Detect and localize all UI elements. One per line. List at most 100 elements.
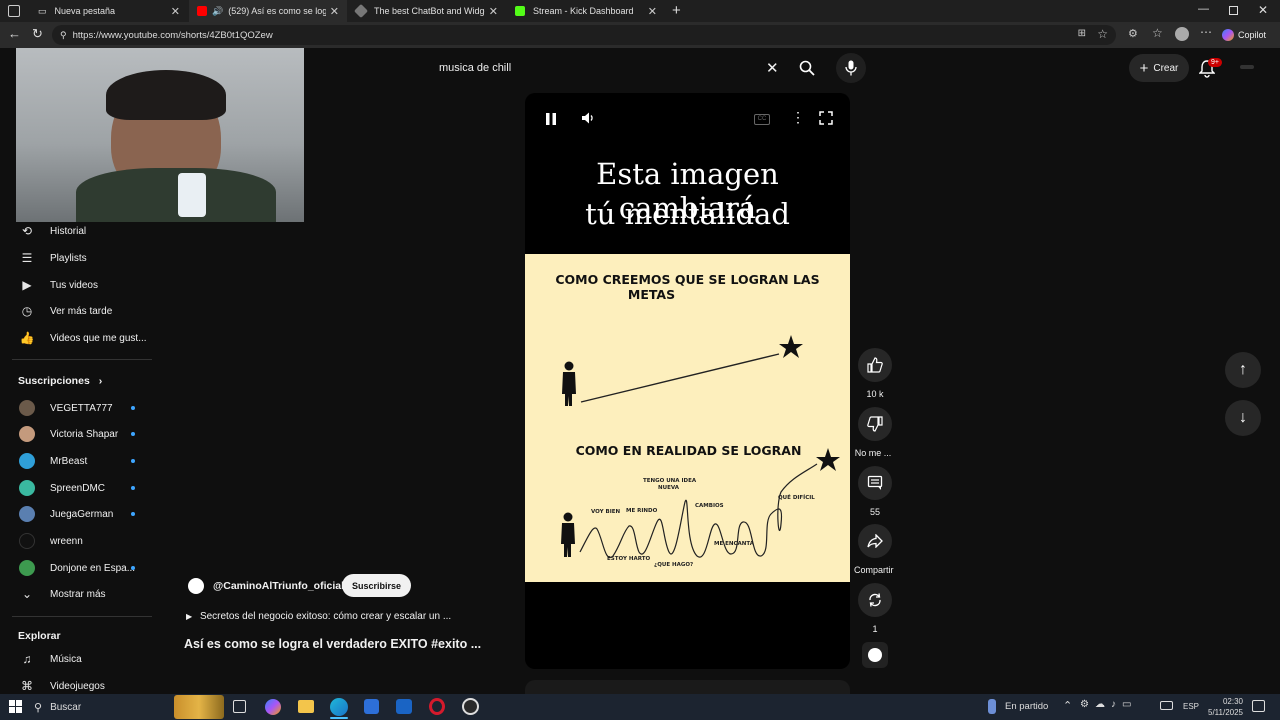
playlist-link[interactable]: ▶ Secretos del negocio exitoso: cómo cre… xyxy=(186,611,451,622)
remix-action[interactable]: 1 xyxy=(858,583,892,634)
mail-icon[interactable] xyxy=(396,699,412,714)
audio-source-thumbnail[interactable] xyxy=(862,642,888,668)
search-button[interactable] xyxy=(790,54,824,82)
pause-button[interactable] xyxy=(545,112,557,131)
channel-avatar[interactable] xyxy=(188,578,204,594)
notifications-button[interactable]: 9+ xyxy=(1197,56,1222,80)
previous-short-button[interactable]: ↑ xyxy=(1225,352,1261,388)
maximize-button[interactable] xyxy=(1229,6,1238,15)
back-icon[interactable]: ← xyxy=(8,26,21,41)
copilot-label: Copilot xyxy=(1238,30,1267,40)
sidebar-sub-wreenn[interactable]: wreenn xyxy=(0,528,150,554)
captions-icon[interactable]: CC xyxy=(754,114,770,125)
clock[interactable]: 02:30 5/11/2025 xyxy=(1205,696,1243,718)
person-hair xyxy=(106,70,226,120)
sidebar-item-history[interactable]: ⟲ Historial xyxy=(0,218,150,244)
youtube-page: ⟲ Historial ☰ Playlists ▶ Tus videos ◷ Ver m… xyxy=(0,48,1280,694)
minimize-button[interactable]: — xyxy=(1198,3,1209,15)
status-text[interactable]: En partido xyxy=(1005,701,1048,712)
sidebar-sub-spreen[interactable]: SpreenDMC xyxy=(0,475,150,501)
create-button[interactable]: + Crear xyxy=(1129,54,1189,82)
start-button[interactable] xyxy=(9,700,22,713)
extensions-icon[interactable]: ⚙ xyxy=(1128,27,1138,40)
sidebar-item-liked-videos[interactable]: 👍 Videos que me gust... xyxy=(0,325,150,351)
url-field[interactable]: ⚲ https://www.youtube.com/shorts/4ZB0t1Q… xyxy=(52,25,1116,45)
voice-search-button[interactable] xyxy=(836,53,866,83)
like-action[interactable]: 10 k xyxy=(858,348,892,399)
volume-button[interactable] xyxy=(581,111,595,130)
account-avatar[interactable] xyxy=(1240,65,1254,69)
playlist-text: Secretos del negocio exitoso: cómo crear… xyxy=(199,611,452,622)
fullscreen-button[interactable] xyxy=(819,111,833,130)
sidebar-item-playlists[interactable]: ☰ Playlists xyxy=(0,245,150,271)
dislike-button[interactable] xyxy=(858,407,892,441)
remix-button[interactable] xyxy=(858,583,892,617)
sidebar-item-music[interactable]: ♫ Música xyxy=(0,646,150,672)
notification-center-icon[interactable] xyxy=(1252,700,1265,712)
tab-chatbot[interactable]: The best ChatBot and Widgets for ✕ xyxy=(348,0,506,22)
window-menu-icon[interactable] xyxy=(8,5,20,17)
comments-action[interactable]: 55 xyxy=(858,466,892,517)
next-short-button[interactable]: ↓ xyxy=(1225,400,1261,436)
profile-avatar[interactable] xyxy=(1175,27,1189,41)
search-input[interactable]: musica de chill xyxy=(439,62,511,74)
more-options-icon[interactable]: ⋮ xyxy=(791,109,805,126)
task-view-icon[interactable] xyxy=(233,700,246,713)
sidebar-sub-juegagerman[interactable]: JuegaGerman xyxy=(0,501,150,527)
close-window-button[interactable]: ✕ xyxy=(1258,3,1268,17)
search-icon xyxy=(799,60,815,76)
sidebar-sub-vegetta[interactable]: VEGETTA777 xyxy=(0,395,150,421)
sidebar-item-watch-later[interactable]: ◷ Ver más tarde xyxy=(0,298,150,324)
dislike-action[interactable]: No me ... xyxy=(855,407,892,458)
favorites-bar-icon[interactable]: ☆ xyxy=(1152,26,1163,40)
opera-icon[interactable] xyxy=(429,698,445,715)
tab-youtube[interactable]: 🔊 (529) Así es como se logra el ✕ xyxy=(189,0,347,22)
share-button[interactable] xyxy=(858,524,892,558)
subscribe-button[interactable]: Suscribirse xyxy=(342,574,411,597)
sidebar-sub-victoria[interactable]: Victoria Shapar xyxy=(0,421,150,447)
file-explorer-icon[interactable] xyxy=(298,700,314,713)
sidebar-sub-mrbeast[interactable]: MrBeast xyxy=(0,448,150,474)
close-icon[interactable]: ✕ xyxy=(171,5,180,18)
obs-icon[interactable] xyxy=(462,698,479,715)
more-icon[interactable]: ⋯ xyxy=(1200,25,1212,39)
refresh-icon[interactable]: ↻ xyxy=(32,26,43,42)
sidebar-item-label: Ver más tarde xyxy=(50,305,113,317)
tab-new-tab[interactable]: ▭ Nueva pestaña ✕ xyxy=(30,0,188,22)
sidebar-item-your-videos[interactable]: ▶ Tus videos xyxy=(0,272,150,298)
apps-icon[interactable]: ⊞ xyxy=(1078,28,1086,39)
clear-search-icon[interactable]: ✕ xyxy=(766,59,779,77)
shorts-player[interactable]: CC ⋮ Esta imagen cambiará tú mentalidad … xyxy=(525,93,850,669)
keyboard-icon[interactable] xyxy=(1160,701,1173,710)
tab-kick[interactable]: Stream - Kick Dashboard ✕ xyxy=(507,0,665,22)
widget-thumbnail[interactable] xyxy=(174,695,224,719)
copilot-taskbar-icon[interactable] xyxy=(265,699,281,715)
show-more-button[interactable]: ⌄ Mostrar más xyxy=(0,581,150,607)
language-indicator[interactable]: ESP xyxy=(1183,702,1199,711)
short-title[interactable]: Así es como se logra el verdadero EXITO … xyxy=(184,637,481,651)
new-tab-button[interactable]: + xyxy=(672,2,681,19)
store-icon[interactable] xyxy=(364,699,379,714)
taskbar-search[interactable]: ⚲ Buscar xyxy=(34,699,164,715)
arrow-down-icon: ↓ xyxy=(1239,409,1247,426)
close-icon[interactable]: ✕ xyxy=(330,5,339,18)
subscriptions-heading[interactable]: Suscripciones › xyxy=(18,375,102,387)
favorite-icon[interactable]: ☆ xyxy=(1097,27,1108,41)
copilot-button[interactable]: Copilot xyxy=(1222,25,1274,45)
like-button[interactable] xyxy=(858,348,892,382)
channel-handle[interactable]: @CaminoAlTriunfo_oficial xyxy=(213,580,344,592)
comments-button[interactable] xyxy=(858,466,892,500)
site-info-icon[interactable]: ⚲ xyxy=(60,30,67,41)
edge-icon[interactable] xyxy=(330,698,348,716)
new-content-dot xyxy=(131,512,135,516)
close-icon[interactable]: ✕ xyxy=(489,5,498,18)
search-box[interactable]: musica de chill ✕ xyxy=(430,54,792,82)
sidebar-sub-donjone[interactable]: Donjone en Espa... xyxy=(0,555,150,581)
label-idea-line1: TENGO UNA IDEA xyxy=(643,478,697,484)
tray-icons[interactable]: ⚙☁♪▭ xyxy=(1080,699,1137,710)
close-icon[interactable]: ✕ xyxy=(648,5,657,18)
share-action[interactable]: Compartir xyxy=(854,524,894,575)
speaker-icon[interactable]: 🔊 xyxy=(212,6,223,17)
chevron-up-icon[interactable]: ⌃ xyxy=(1063,699,1072,712)
game-bar-icon[interactable] xyxy=(988,699,996,714)
